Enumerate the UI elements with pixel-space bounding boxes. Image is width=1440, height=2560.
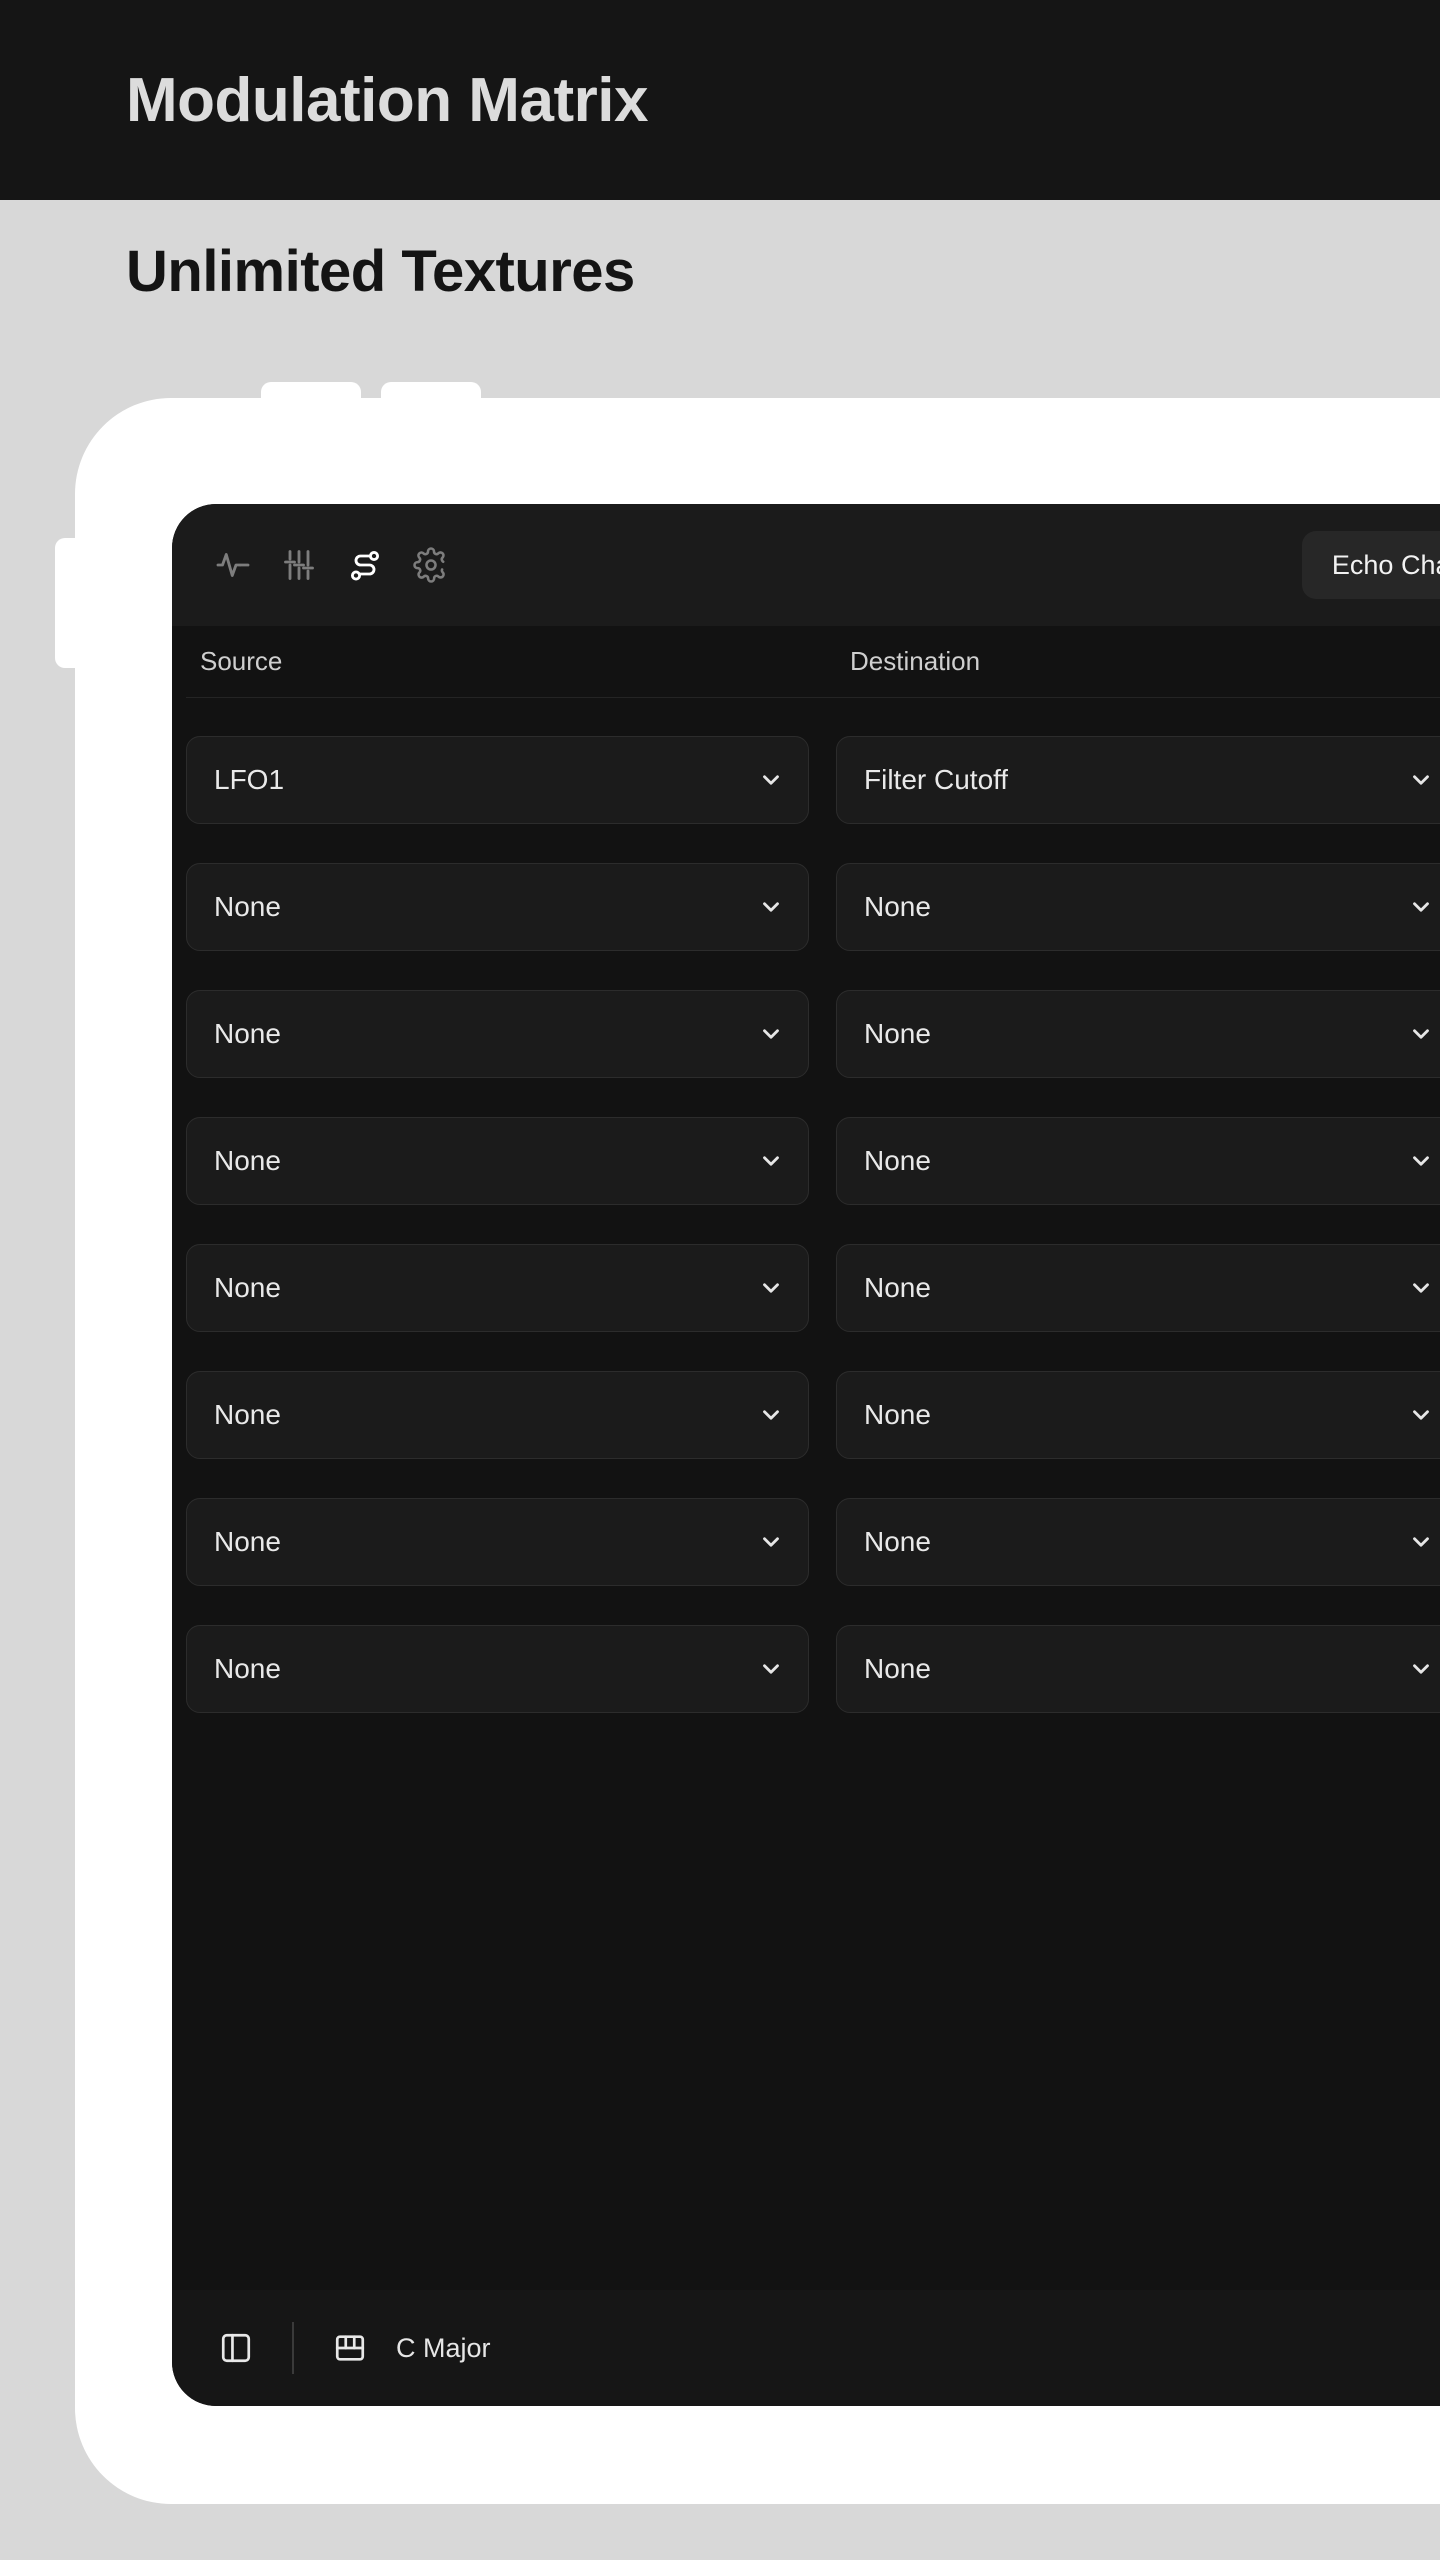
row-cell-source: None: [186, 989, 836, 1078]
row-cell-source: None: [186, 1624, 836, 1713]
preset-chip[interactable]: Echo Chamber: [1301, 531, 1440, 599]
chevron-down-icon: [1408, 1148, 1434, 1174]
destination-select-value: Filter Cutoff: [864, 763, 1009, 795]
destination-select-value: None: [864, 1652, 931, 1684]
table-row: LFO1 Filter Cutoff: [186, 716, 1440, 843]
source-select[interactable]: None: [186, 989, 809, 1078]
source-select[interactable]: None: [186, 1370, 809, 1459]
matrix-column-headers: Source Destination: [186, 626, 1440, 698]
source-select[interactable]: None: [186, 862, 809, 951]
destination-select[interactable]: None: [836, 862, 1440, 951]
chevron-down-icon: [758, 1529, 784, 1555]
row-cell-destination: None: [836, 1624, 1440, 1713]
table-row: None None: [186, 1605, 1440, 1732]
status-bar: C Major: [172, 2290, 1440, 2406]
source-select-value: None: [214, 890, 281, 922]
modulation-matrix: Source Destination LFO1 Filter Cutoff No…: [172, 626, 1440, 2290]
destination-select[interactable]: None: [836, 1370, 1440, 1459]
banner-title: Modulation Matrix: [126, 65, 648, 135]
table-row: None None: [186, 843, 1440, 970]
chevron-down-icon: [758, 1402, 784, 1428]
matrix-rows: LFO1 Filter Cutoff None None None None N…: [186, 698, 1440, 1732]
source-select[interactable]: None: [186, 1116, 809, 1205]
chevron-down-icon: [1408, 894, 1434, 920]
chevron-down-icon: [758, 1656, 784, 1682]
source-select-value: None: [214, 1398, 281, 1430]
chevron-down-icon: [1408, 1275, 1434, 1301]
device-top-button-volume-down[interactable]: [381, 382, 481, 404]
table-row: None None: [186, 970, 1440, 1097]
row-cell-destination: None: [836, 1116, 1440, 1205]
key-signature-control[interactable]: C Major: [322, 2320, 491, 2376]
row-cell-destination: Filter Cutoff: [836, 735, 1440, 824]
app-toolbar: Echo Chamber: [172, 504, 1440, 626]
row-cell-source: None: [186, 1370, 836, 1459]
activity-icon[interactable]: [200, 532, 266, 598]
source-select-value: None: [214, 1271, 281, 1303]
destination-select-value: None: [864, 1271, 931, 1303]
row-cell-destination: None: [836, 862, 1440, 951]
status-divider: [292, 2322, 294, 2374]
app-screen: Echo Chamber Source Destination LFO1: [172, 504, 1440, 2406]
source-select[interactable]: None: [186, 1624, 809, 1713]
source-select[interactable]: LFO1: [186, 735, 809, 824]
chevron-down-icon: [758, 894, 784, 920]
row-cell-destination: None: [836, 989, 1440, 1078]
chevron-down-icon: [758, 1148, 784, 1174]
top-banner: Modulation Matrix: [0, 0, 1440, 200]
row-cell-source: LFO1: [186, 735, 836, 824]
source-select-value: None: [214, 1144, 281, 1176]
device-side-button-power[interactable]: [55, 538, 79, 668]
chevron-down-icon: [758, 1021, 784, 1047]
destination-select-value: None: [864, 1525, 931, 1557]
table-row: None None: [186, 1351, 1440, 1478]
row-cell-destination: None: [836, 1370, 1440, 1459]
table-row: None None: [186, 1478, 1440, 1605]
source-select-value: None: [214, 1525, 281, 1557]
destination-select[interactable]: None: [836, 1243, 1440, 1332]
row-cell-destination: None: [836, 1243, 1440, 1332]
row-cell-source: None: [186, 862, 836, 951]
destination-select[interactable]: None: [836, 1116, 1440, 1205]
chevron-down-icon: [1408, 1529, 1434, 1555]
gear-icon[interactable]: [398, 532, 464, 598]
chevron-down-icon: [758, 767, 784, 793]
destination-select[interactable]: None: [836, 1497, 1440, 1586]
row-cell-source: None: [186, 1116, 836, 1205]
destination-select-value: None: [864, 1017, 931, 1049]
source-select[interactable]: None: [186, 1243, 809, 1332]
sliders-icon[interactable]: [266, 532, 332, 598]
destination-select-value: None: [864, 1144, 931, 1176]
source-select-value: LFO1: [214, 763, 285, 795]
source-select-value: None: [214, 1017, 281, 1049]
row-cell-destination: None: [836, 1497, 1440, 1586]
row-cell-source: None: [186, 1497, 836, 1586]
source-select[interactable]: None: [186, 1497, 809, 1586]
source-select-value: None: [214, 1652, 281, 1684]
destination-select[interactable]: None: [836, 1624, 1440, 1713]
chevron-down-icon: [1408, 1021, 1434, 1047]
column-header-source: Source: [200, 646, 283, 676]
destination-select[interactable]: None: [836, 989, 1440, 1078]
route-icon[interactable]: [332, 532, 398, 598]
device-top-button-volume-up[interactable]: [261, 382, 361, 404]
table-row: None None: [186, 1097, 1440, 1224]
piano-keyboard-icon: [322, 2320, 378, 2376]
column-header-destination: Destination: [850, 646, 981, 676]
section-title: Unlimited Textures: [126, 239, 635, 304]
table-row: None None: [186, 1224, 1440, 1351]
key-signature-label: C Major: [396, 2332, 491, 2363]
chevron-down-icon: [1408, 767, 1434, 793]
destination-select[interactable]: Filter Cutoff: [836, 735, 1440, 824]
destination-select-value: None: [864, 1398, 931, 1430]
chevron-down-icon: [758, 1275, 784, 1301]
chevron-down-icon: [1408, 1402, 1434, 1428]
chevron-down-icon: [1408, 1656, 1434, 1682]
row-cell-source: None: [186, 1243, 836, 1332]
panel-left-icon[interactable]: [208, 2320, 264, 2376]
page-root: Modulation Matrix Unlimited Textures Ech…: [0, 0, 1440, 2560]
destination-select-value: None: [864, 890, 931, 922]
